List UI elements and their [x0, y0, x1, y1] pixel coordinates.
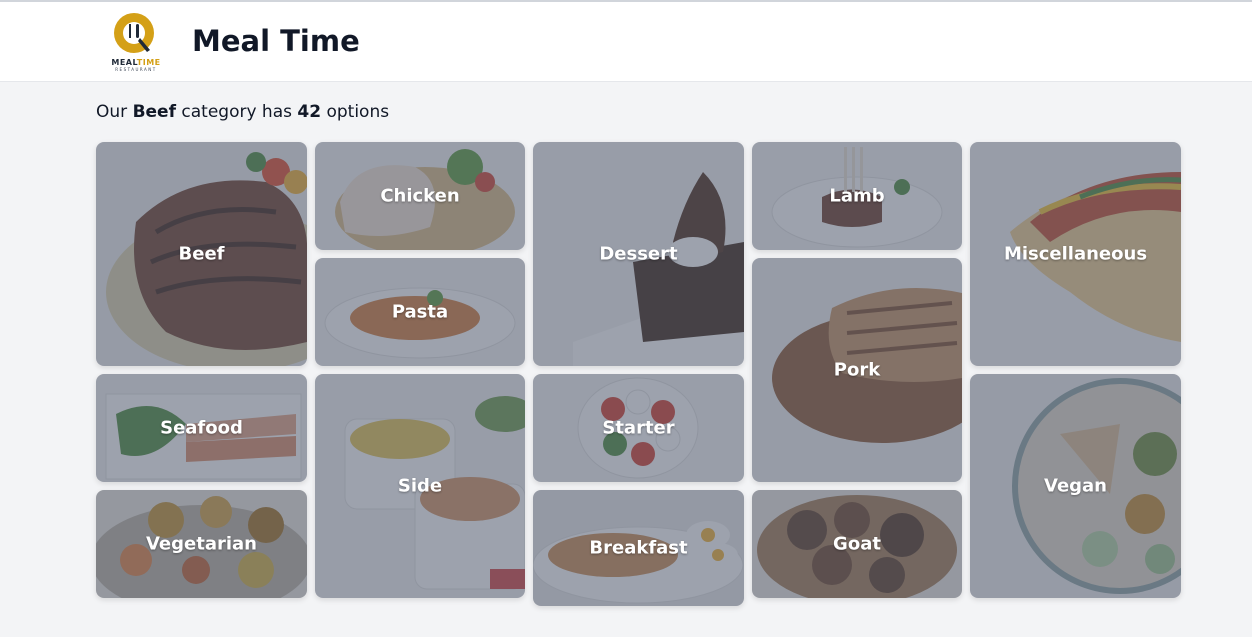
category-summary: Our Beef category has 42 options [96, 102, 390, 122]
category-label: Vegetarian [145, 533, 257, 555]
category-tile-dessert[interactable]: Dessert [533, 142, 744, 366]
category-tile-pork[interactable]: Pork [752, 258, 962, 482]
category-tile-side[interactable]: Side [315, 374, 525, 598]
category-label: Side [397, 475, 443, 497]
category-tile-miscellaneous[interactable]: Miscellaneous [970, 142, 1181, 366]
category-tile-vegan[interactable]: Vegan [970, 374, 1181, 598]
logo-subtitle: RESTAURANT [115, 67, 157, 72]
app-header: MEALTIME RESTAURANT Meal Time [0, 2, 1252, 82]
category-label: Miscellaneous [1003, 243, 1148, 265]
app-title: Meal Time [192, 24, 360, 58]
category-label: Pork [833, 359, 881, 381]
category-label: Starter [602, 417, 675, 439]
category-tile-beef[interactable]: Beef [96, 142, 307, 366]
category-tile-vegetarian[interactable]: Vegetarian [96, 490, 307, 598]
category-label: Lamb [829, 185, 885, 207]
category-label: Vegan [1044, 475, 1107, 497]
logo-wordmark: MEALTIME [111, 58, 161, 67]
category-label: Breakfast [589, 537, 688, 559]
category-label: Seafood [160, 417, 243, 439]
restaurant-logo[interactable]: MEALTIME RESTAURANT [100, 10, 172, 74]
category-label: Pasta [391, 301, 449, 323]
category-tile-lamb[interactable]: Lamb [752, 142, 962, 250]
option-count: 42 [297, 102, 322, 122]
selected-category: Beef [132, 102, 176, 122]
category-label: Chicken [380, 185, 460, 207]
category-tile-starter[interactable]: Starter [533, 374, 744, 482]
category-tile-breakfast[interactable]: Breakfast [533, 490, 744, 606]
category-tile-pasta[interactable]: Pasta [315, 258, 525, 366]
fork-knife-logo-icon [114, 13, 154, 53]
category-tile-goat[interactable]: Goat [752, 490, 962, 598]
category-tile-chicken[interactable]: Chicken [315, 142, 525, 250]
category-label: Dessert [599, 243, 678, 265]
category-tile-seafood[interactable]: Seafood [96, 374, 307, 482]
category-label: Beef [178, 243, 225, 265]
category-label: Goat [833, 533, 881, 555]
